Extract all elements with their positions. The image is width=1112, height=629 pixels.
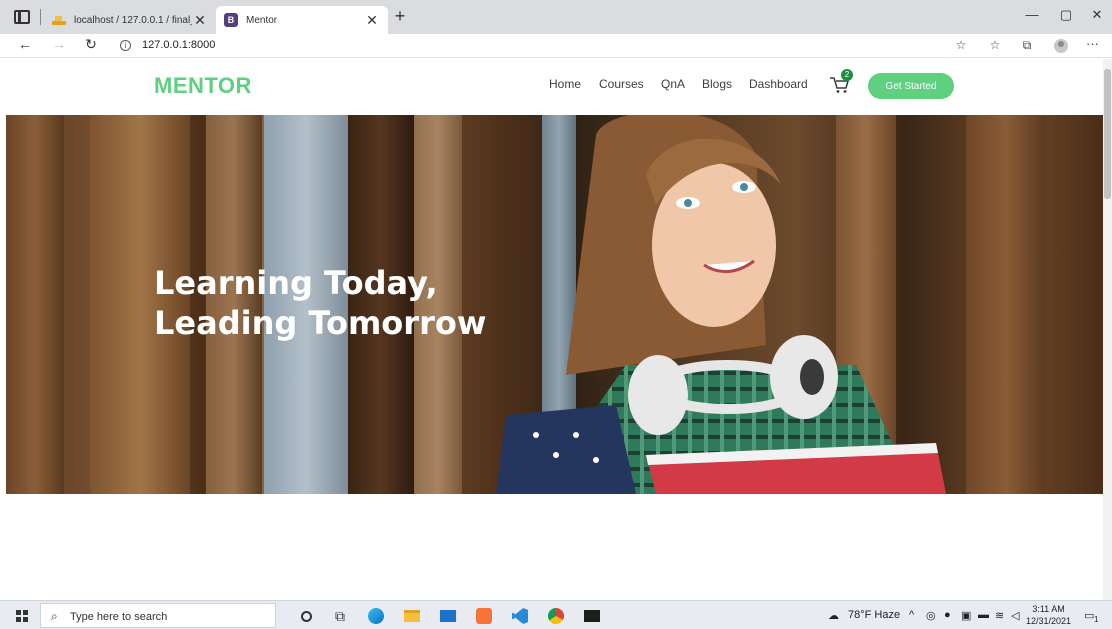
favorite-add-icon[interactable]: ☆ [952,38,970,52]
tab-title: localhost / 127.0.0.1 / final_year [74,14,192,26]
windows-taskbar: ⌕ Type here to search ⧉ ☁ 78°F Haze ^ ◎ … [0,600,1112,629]
hero-background-plank [966,115,1046,494]
hero-heading-line-2: Leading Tomorrow [154,304,487,342]
microphone-icon[interactable]: ● [944,609,951,621]
info-icon[interactable]: i [120,40,131,51]
restore-icon[interactable]: ▢ [1056,7,1076,23]
hero-heading-line-1: Learning Today, [154,264,438,302]
profile-icon[interactable] [1054,39,1068,53]
chrome-icon[interactable] [546,606,566,626]
battery-icon[interactable]: ▬ [978,609,989,621]
display-icon[interactable]: ▣ [961,609,971,622]
address-bar[interactable]: 127.0.0.1:8000 [142,39,215,51]
task-view-icon[interactable]: ⧉ [330,606,350,626]
mail-icon[interactable] [438,606,458,626]
hero-heading: Learning Today, Leading Tomorrow [154,263,486,343]
close-tab-icon[interactable]: ✕ [192,12,208,29]
screen: localhost / 127.0.0.1 / final_year ✕ B M… [0,0,1112,629]
favorites-icon[interactable]: ☆ [986,38,1004,52]
meet-now-icon[interactable]: ◎ [926,609,936,622]
site-logo[interactable]: MENTOR [154,73,252,99]
xampp-icon[interactable] [474,606,494,626]
back-icon[interactable]: ← [16,36,34,52]
tab-phpmyadmin[interactable]: localhost / 127.0.0.1 / final_year ✕ [44,6,216,34]
edge-icon[interactable] [366,606,386,626]
wifi-icon[interactable]: ≋ [995,609,1004,622]
get-started-button[interactable]: Get Started [868,73,954,99]
clock-time: 3:11 AM [1032,604,1065,614]
phpmyadmin-favicon-icon [52,15,66,25]
nav-dashboard[interactable]: Dashboard [749,77,808,91]
tab-mentor[interactable]: B Mentor ✕ [216,6,388,34]
page-scrollbar[interactable] [1103,59,1112,600]
collections-icon[interactable]: ⧉ [1018,38,1036,53]
volume-icon[interactable]: ◁ [1011,609,1019,622]
taskbar-search-input[interactable]: ⌕ Type here to search [40,603,276,628]
close-window-icon[interactable]: ✕ [1087,7,1107,23]
more-icon[interactable]: ··· [1086,36,1099,51]
search-icon: ⌕ [51,609,58,623]
nav-home[interactable]: Home [549,77,581,91]
refresh-icon[interactable]: ↻ [82,36,100,53]
chevron-up-icon[interactable]: ^ [909,609,914,621]
scrollbar-thumb[interactable] [1104,69,1111,199]
nav-qna[interactable]: QnA [661,77,685,91]
tab-divider [40,9,41,25]
sidebar-toggle-icon[interactable] [14,10,30,24]
notification-count: 1 [1094,615,1099,624]
browser-toolbar: ← → ↻ i 127.0.0.1:8000 ☆ ☆ ⧉ ··· [0,34,1112,58]
search-placeholder: Type here to search [70,611,168,623]
hero-banner: Learning Today, Leading Tomorrow [6,115,1103,494]
weather-icon[interactable]: ☁ [828,609,839,622]
nav-courses[interactable]: Courses [599,77,644,91]
cart-count-badge: 2 [841,69,853,81]
weather-text[interactable]: 78°F Haze [848,609,900,621]
windows-start-icon[interactable] [16,610,28,622]
nav-blogs[interactable]: Blogs [702,77,732,91]
forward-icon[interactable]: → [50,36,68,52]
terminal-icon[interactable] [582,606,602,626]
file-explorer-icon[interactable] [402,606,422,626]
site-header: MENTOR Home Courses QnA Blogs Dashboard … [0,59,1103,115]
web-page: MENTOR Home Courses QnA Blogs Dashboard … [0,59,1103,600]
bootstrap-favicon-icon: B [224,13,238,27]
close-tab-icon[interactable]: ✕ [364,12,380,29]
hero-background-plank [6,115,64,494]
notification-icon[interactable]: ▭ [1084,609,1094,622]
minimize-icon[interactable]: — [1022,7,1042,22]
new-tab-icon[interactable]: + [390,6,410,27]
cortana-icon[interactable] [296,606,316,626]
tab-title: Mentor [246,14,278,26]
browser-tab-bar: localhost / 127.0.0.1 / final_year ✕ B M… [0,0,1112,34]
clock[interactable]: 3:11 AM 12/31/2021 [1026,603,1071,627]
vscode-icon[interactable] [510,606,530,626]
clock-date: 12/31/2021 [1026,616,1072,626]
student-photo [496,115,946,494]
